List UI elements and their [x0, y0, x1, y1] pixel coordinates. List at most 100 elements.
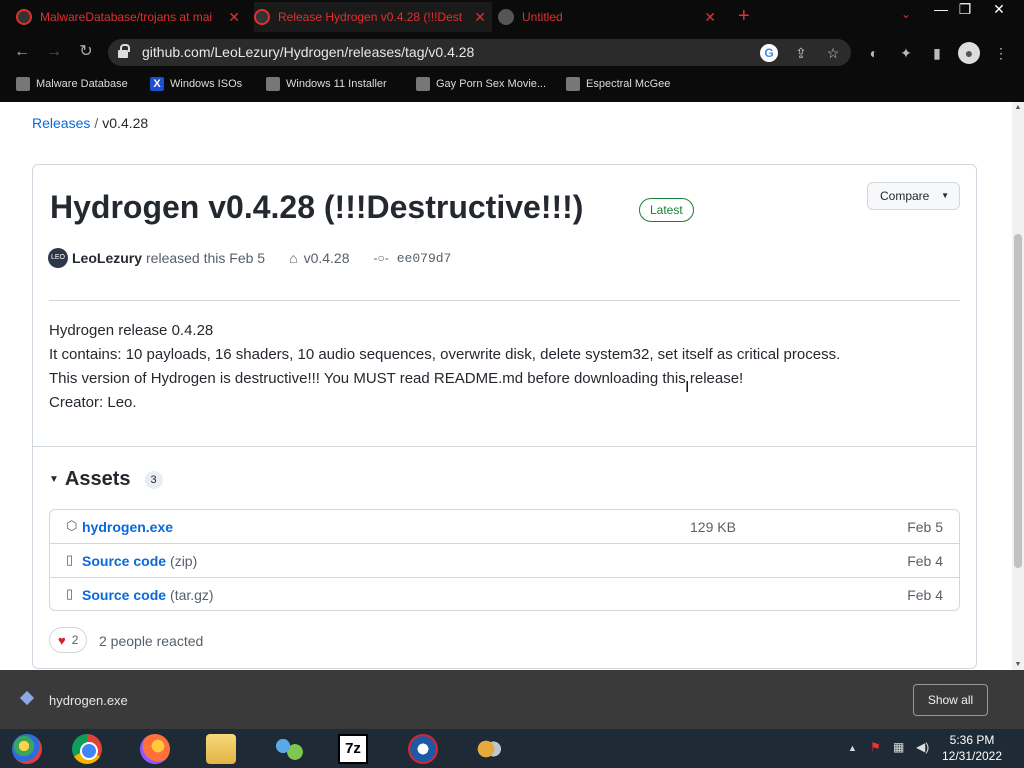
show-hidden-icons-chevron-icon[interactable]: ▲ — [848, 743, 857, 753]
taskbar-handshake[interactable] — [466, 732, 512, 765]
handshake-icon — [474, 733, 504, 764]
author-link[interactable]: LeoLezury — [72, 250, 142, 266]
bookmark-favicon-icon — [16, 77, 30, 91]
bookmark-label: Windows 11 Installer — [286, 78, 387, 90]
git-commit-icon: -○- — [373, 251, 389, 265]
bookmark-malware-database[interactable]: Malware Database — [16, 77, 128, 91]
window-close-button[interactable]: ✕ — [984, 0, 1014, 20]
windows-taskbar: 7z ▲ ⚑ ▦ ◀) 5:36 PM 12/31/2022 — [0, 729, 1024, 768]
bookmark-espectral-mcgee[interactable]: Espectral McGee — [566, 77, 670, 91]
profile-avatar-icon[interactable]: ● — [958, 42, 980, 64]
bookmark-label: Malware Database — [36, 78, 128, 90]
release-notes: Hydrogen release 0.4.28 It contains: 10 … — [49, 319, 840, 415]
asset-link-hydrogen-exe[interactable]: hydrogen.exe — [82, 519, 173, 535]
downloaded-file-name[interactable]: hydrogen.exe — [49, 693, 128, 708]
author-avatar[interactable]: LEO — [48, 248, 68, 268]
close-tab-icon[interactable]: ✕ — [704, 9, 716, 26]
taskbar-7zip[interactable]: 7z — [330, 732, 376, 765]
action-center-flag-icon[interactable]: ⚑ — [870, 740, 881, 754]
bookmark-windows-11-installer[interactable]: Windows 11 Installer — [266, 77, 387, 91]
chrome-icon — [72, 733, 102, 764]
page-scrollbar[interactable]: ▲ ▼ — [1012, 102, 1024, 670]
clock-time: 5:36 PM — [949, 733, 995, 747]
divider — [49, 300, 960, 301]
tab-title: MalwareDatabase/trojans at mai — [40, 10, 213, 24]
forward-arrow-icon[interactable]: → — [44, 42, 64, 62]
github-release-page: Releases / v0.4.28 Hydrogen v0.4.28 (!!!De… — [0, 102, 1012, 670]
show-all-button[interactable]: Show all — [913, 684, 988, 716]
bookmark-star-icon[interactable]: ☆ — [824, 44, 842, 62]
scroll-up-arrow-icon[interactable]: ▲ — [1014, 104, 1022, 111]
tab-untitled[interactable]: Untitled ✕ — [498, 2, 722, 32]
close-tab-icon[interactable]: ✕ — [474, 9, 486, 26]
release-meta: LEO LeoLezury released this Feb 5 ⌂ v0.4… — [48, 246, 451, 270]
release-notes-line: This version of Hydrogen is destructive!… — [49, 370, 744, 387]
asset-row: ▯ Source code (tar.gz) Feb 4 — [50, 577, 959, 611]
bookmarks-bar: Malware Database X Windows ISOs Windows … — [0, 70, 1024, 102]
asset-link-source-targz[interactable]: Source code (tar.gz) — [82, 587, 214, 603]
asset-date: Feb 4 — [907, 553, 943, 569]
download-shelf: hydrogen.exe Show all — [0, 670, 1024, 729]
asset-name[interactable]: hydrogen.exe — [82, 519, 173, 535]
tab-release-hydrogen[interactable]: Release Hydrogen v0.4.28 (!!!Dest ✕ — [254, 2, 492, 32]
url-text[interactable]: github.com/LeoLezury/Hydrogen/releases/t… — [142, 44, 474, 60]
extensions-puzzle-icon[interactable]: ✦ — [895, 42, 917, 64]
taskbar-app[interactable] — [400, 732, 446, 765]
scrollbar-thumb[interactable] — [1014, 234, 1022, 568]
taskbar-chrome[interactable] — [64, 732, 110, 765]
lock-icon[interactable] — [118, 44, 130, 58]
asset-size: 129 KB — [690, 519, 736, 535]
reload-icon[interactable]: ↻ — [76, 42, 96, 62]
commit-link[interactable]: ee079d7 — [397, 251, 452, 266]
address-bar[interactable]: github.com/LeoLezury/Hydrogen/releases/t… — [108, 39, 851, 66]
latest-badge: Latest — [639, 198, 694, 222]
heart-reaction-button[interactable]: ♥ 2 — [49, 627, 88, 653]
new-tab-button[interactable]: + — [738, 5, 750, 28]
network-icon[interactable]: ▦ — [893, 740, 904, 754]
bookmark-favicon-icon — [266, 77, 280, 91]
system-clock[interactable]: 5:36 PM 12/31/2022 — [930, 732, 1014, 764]
back-arrow-icon[interactable]: ← — [12, 42, 32, 62]
x-logo-icon: X — [150, 77, 164, 91]
breadcrumb-current: v0.4.28 — [102, 115, 149, 131]
extension-flag-icon[interactable]: ◐ — [863, 42, 885, 64]
start-button[interactable] — [4, 732, 50, 765]
7zip-icon: 7z — [338, 733, 368, 764]
bookmark-movie[interactable]: Gay Porn Sex Movie... — [416, 77, 546, 91]
asset-name[interactable]: Source code — [82, 587, 166, 603]
asset-name[interactable]: Source code — [82, 553, 166, 569]
close-tab-icon[interactable]: ✕ — [228, 9, 240, 26]
scroll-down-arrow-icon[interactable]: ▼ — [1014, 661, 1022, 668]
side-panel-icon[interactable]: ▮ — [926, 42, 948, 64]
clock-date: 12/31/2022 — [941, 749, 1003, 763]
bookmark-label: Windows ISOs — [170, 78, 243, 90]
menu-kebab-icon[interactable]: ⋮ — [990, 42, 1012, 64]
release-notes-line: Creator: Leo. — [49, 394, 137, 411]
taskbar-people[interactable] — [266, 732, 312, 765]
assets-list: ⬡ hydrogen.exe 129 KB Feb 5 ▯ Source cod… — [49, 509, 960, 611]
reaction-count: 2 — [71, 633, 79, 647]
bookmark-windows-isos[interactable]: X Windows ISOs — [150, 77, 242, 91]
tag-link[interactable]: v0.4.28 — [304, 250, 350, 266]
release-title[interactable]: Hydrogen v0.4.28 (!!!Destructive!!!) — [50, 189, 583, 226]
tab-malware-database[interactable]: MalwareDatabase/trojans at mai ✕ — [16, 2, 246, 32]
start-orb-icon — [12, 733, 42, 764]
release-notes-line: Hydrogen release 0.4.28 — [49, 322, 214, 339]
breadcrumb-releases-link[interactable]: Releases — [32, 115, 90, 131]
tab-bar: MalwareDatabase/trojans at mai ✕ Release… — [0, 0, 1024, 34]
asset-date: Feb 5 — [907, 519, 943, 535]
github-icon — [16, 9, 32, 25]
taskbar-explorer[interactable] — [198, 732, 244, 765]
divider — [33, 446, 976, 447]
compare-button[interactable]: Compare ▼ — [867, 182, 960, 210]
maximize-button[interactable]: ❐ — [950, 0, 980, 20]
google-lens-icon[interactable]: G — [760, 44, 778, 62]
tab-search-icon[interactable]: ⌄ — [896, 4, 916, 24]
share-icon[interactable]: ⇪ — [792, 44, 810, 62]
asset-link-source-zip[interactable]: Source code (zip) — [82, 553, 197, 569]
assets-toggle[interactable]: ▼ Assets 3 — [49, 468, 163, 491]
volume-icon[interactable]: ◀) — [916, 740, 929, 754]
assets-count-badge: 3 — [144, 470, 163, 489]
assets-title: Assets — [64, 468, 131, 490]
taskbar-firefox[interactable] — [132, 732, 178, 765]
